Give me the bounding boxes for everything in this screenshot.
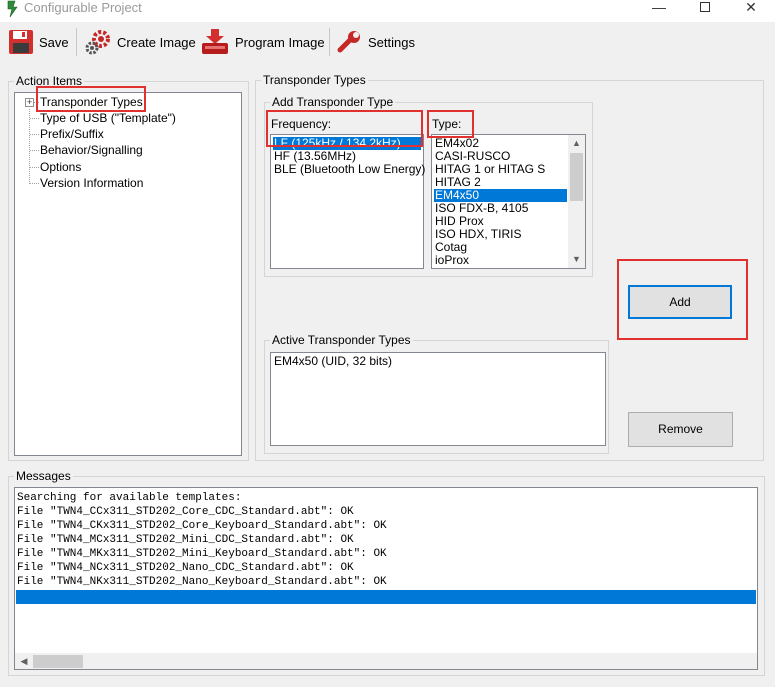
add-transponder-type-legend: Add Transponder Type xyxy=(272,95,394,109)
scroll-thumb[interactable] xyxy=(570,153,583,201)
create-image-button[interactable]: Create Image xyxy=(84,27,196,57)
type-label: Type: xyxy=(432,117,462,131)
message-line: Searching for available templates: xyxy=(17,492,242,504)
message-line: File "TWN4_NCx311_STD202_Nano_CDC_Standa… xyxy=(17,562,354,574)
maximize-button[interactable] xyxy=(682,0,728,22)
message-line: File "TWN4_NKx311_STD202_Nano_Keyboard_S… xyxy=(17,576,387,588)
tree-connector xyxy=(30,183,39,184)
settings-label: Settings xyxy=(368,34,415,50)
frequency-listbox[interactable]: LF (125kHz / 134.2kHz) HF (13.56MHz) BLE… xyxy=(270,134,425,269)
program-image-label: Program Image xyxy=(235,34,325,50)
maximize-icon xyxy=(700,2,710,12)
toolbar-separator xyxy=(76,28,77,56)
close-icon: ✕ xyxy=(745,0,757,15)
minimize-icon: — xyxy=(652,0,666,15)
tree-connector xyxy=(30,167,39,168)
wrench-icon xyxy=(337,31,360,53)
frequency-label: Frequency: xyxy=(271,117,332,131)
frequency-item-ble[interactable]: BLE (Bluetooth Low Energy) xyxy=(273,163,425,176)
tree-item-prefix-suffix[interactable]: Prefix/Suffix xyxy=(40,127,104,143)
gears-icon xyxy=(85,30,110,55)
app-icon xyxy=(7,0,18,18)
messages-log[interactable]: Searching for available templates: File … xyxy=(14,487,758,670)
create-image-label: Create Image xyxy=(117,34,196,50)
program-image-button[interactable]: Program Image xyxy=(200,27,325,57)
tree-item-behavior-signalling[interactable]: Behavior/Signalling xyxy=(40,143,143,159)
active-transponder-types-legend: Active Transponder Types xyxy=(272,333,411,347)
message-line: File "TWN4_CKx311_STD202_Core_Keyboard_S… xyxy=(17,520,387,532)
toolbar: Save Create Image Program Image Settings xyxy=(0,22,775,62)
message-line: File "TWN4_CCx311_STD202_Core_CDC_Standa… xyxy=(17,506,354,518)
type-scrollbar[interactable]: ▲ ▼ xyxy=(568,135,585,268)
selected-empty-line[interactable] xyxy=(16,590,756,604)
tree-item-options[interactable]: Options xyxy=(40,160,81,176)
tree-item-type-of-usb[interactable]: Type of USB ("Template") xyxy=(40,111,176,127)
tree-connector xyxy=(30,134,39,135)
active-type-item[interactable]: EM4x50 (UID, 32 bits) xyxy=(273,355,392,368)
add-button[interactable]: Add xyxy=(628,285,732,319)
floppy-disk-icon xyxy=(9,30,33,54)
scroll-left-icon[interactable]: ◀ xyxy=(17,653,31,669)
window-title: Configurable Project xyxy=(24,0,142,15)
tree-item-transponder-types[interactable]: Transponder Types xyxy=(40,95,143,111)
type-listbox[interactable]: EM4x02 CASI-RUSCO HITAG 1 or HITAG S HIT… xyxy=(431,134,586,269)
expand-icon[interactable]: + xyxy=(25,98,34,107)
close-button[interactable]: ✕ xyxy=(728,0,774,22)
action-items-legend: Action Items xyxy=(16,74,83,88)
minimize-button[interactable]: — xyxy=(636,0,682,22)
transponder-types-legend: Transponder Types xyxy=(263,73,366,87)
save-button[interactable]: Save xyxy=(8,27,69,57)
settings-button[interactable]: Settings xyxy=(337,27,415,57)
scroll-down-icon[interactable]: ▼ xyxy=(568,251,585,268)
messages-legend: Messages xyxy=(16,469,71,483)
save-label: Save xyxy=(39,34,69,50)
remove-button[interactable]: Remove xyxy=(628,412,733,447)
message-line: File "TWN4_MCx311_STD202_Mini_CDC_Standa… xyxy=(17,534,354,546)
scroll-up-icon[interactable]: ▲ xyxy=(568,135,585,152)
tree-connector xyxy=(30,150,39,151)
toolbar-separator xyxy=(329,28,330,56)
tree-connector xyxy=(30,118,39,119)
scroll-thumb[interactable] xyxy=(33,655,83,668)
messages-hscrollbar[interactable]: ◀ xyxy=(15,653,757,669)
active-types-listbox[interactable]: EM4x50 (UID, 32 bits) xyxy=(270,352,606,446)
tree-item-version-information[interactable]: Version Information xyxy=(40,176,143,192)
tree-connector xyxy=(29,109,30,184)
action-items-tree[interactable]: + Transponder Types Type of USB ("Templa… xyxy=(14,92,242,456)
type-item[interactable]: ioProx xyxy=(434,254,469,267)
download-device-icon xyxy=(202,29,228,54)
message-line: File "TWN4_MKx311_STD202_Mini_Keyboard_S… xyxy=(17,548,387,560)
title-bar: Configurable Project — ✕ xyxy=(0,0,775,22)
